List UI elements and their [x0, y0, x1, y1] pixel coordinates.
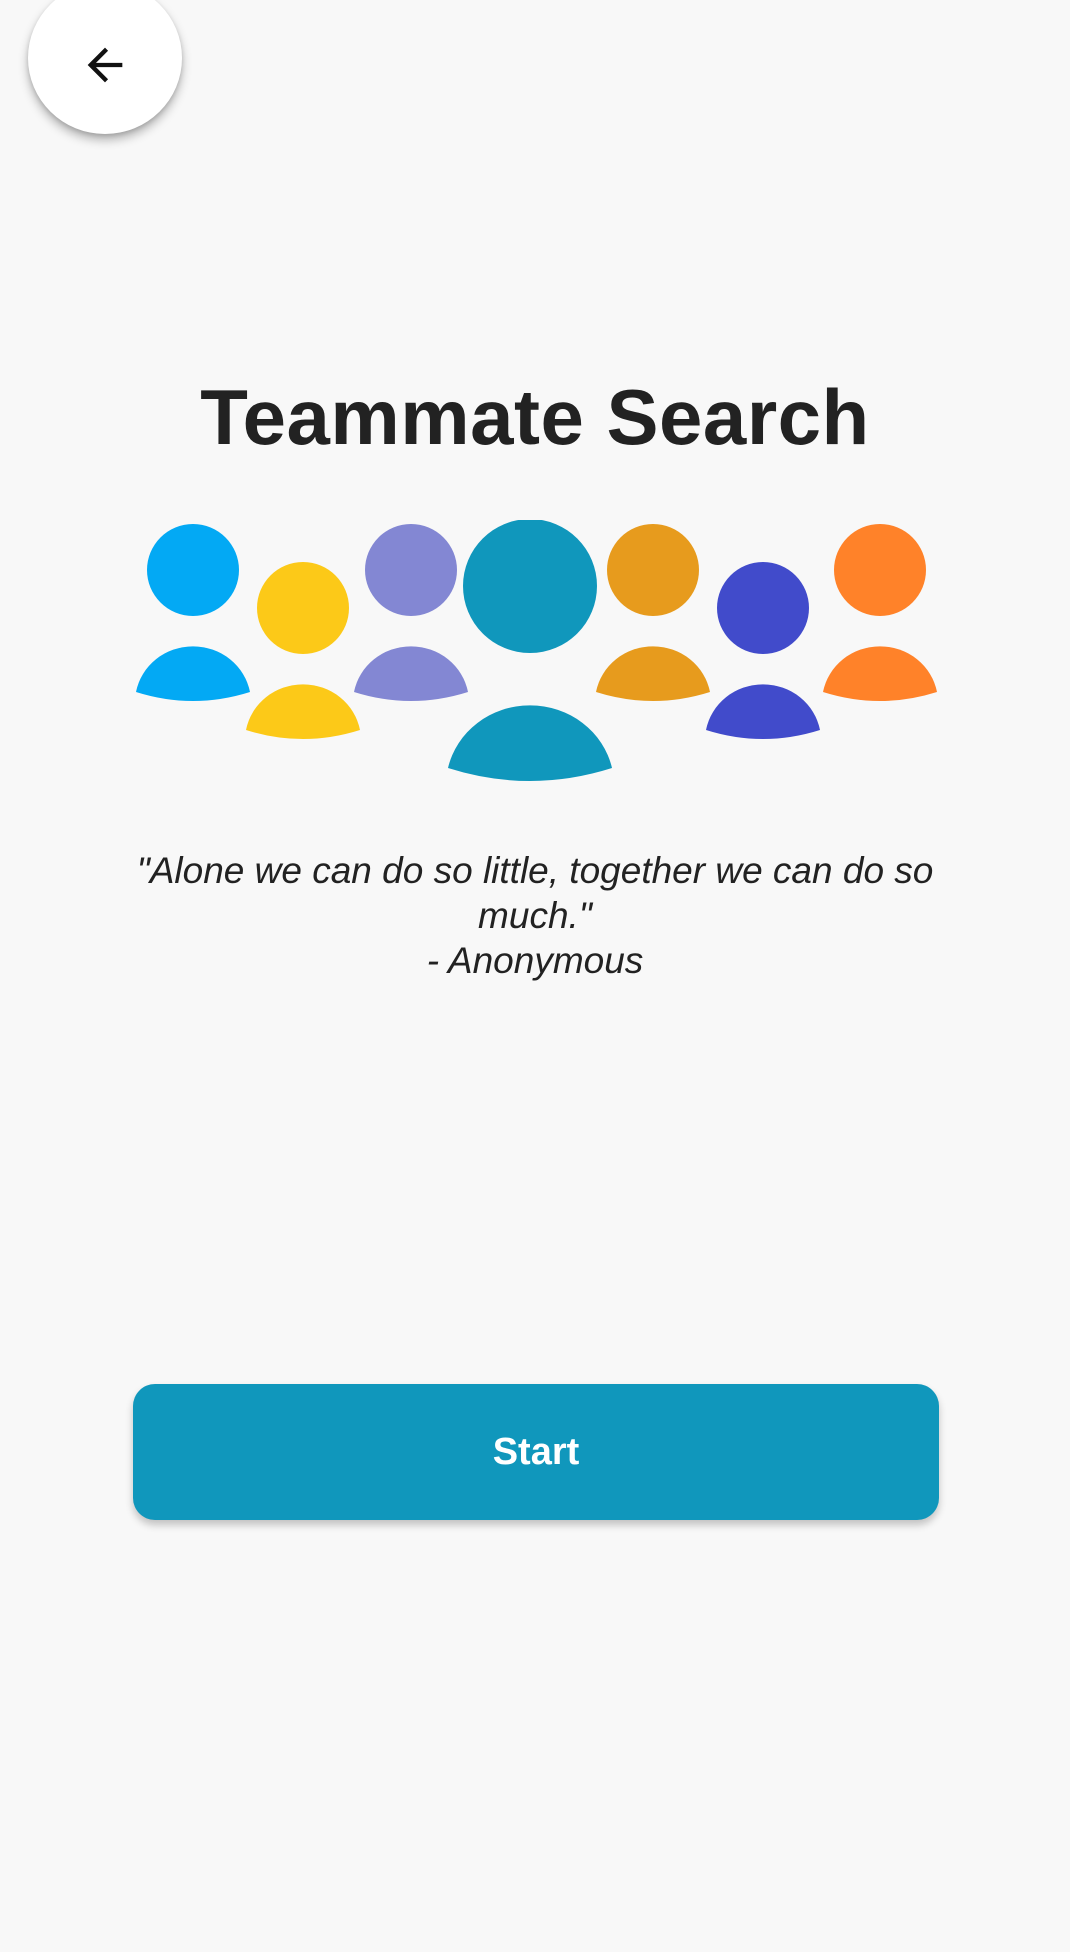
back-button[interactable] — [28, 0, 182, 134]
start-button[interactable]: Start — [133, 1384, 939, 1520]
person-icon — [706, 562, 820, 739]
group-people-icon — [136, 520, 937, 781]
person-icon — [448, 520, 612, 781]
page-title: Teammate Search — [200, 373, 870, 461]
quote: "Alone we can do so little, together we … — [120, 848, 950, 983]
arrow-back-icon — [79, 21, 131, 96]
person-icon — [596, 524, 710, 701]
person-icon — [246, 562, 360, 739]
quote-author: - Anonymous — [426, 940, 644, 981]
person-icon — [136, 524, 250, 701]
start-button-label: Start — [492, 1430, 580, 1473]
quote-text: "Alone we can do so little, together we … — [136, 850, 934, 936]
person-icon — [823, 524, 937, 701]
person-icon — [354, 524, 468, 701]
